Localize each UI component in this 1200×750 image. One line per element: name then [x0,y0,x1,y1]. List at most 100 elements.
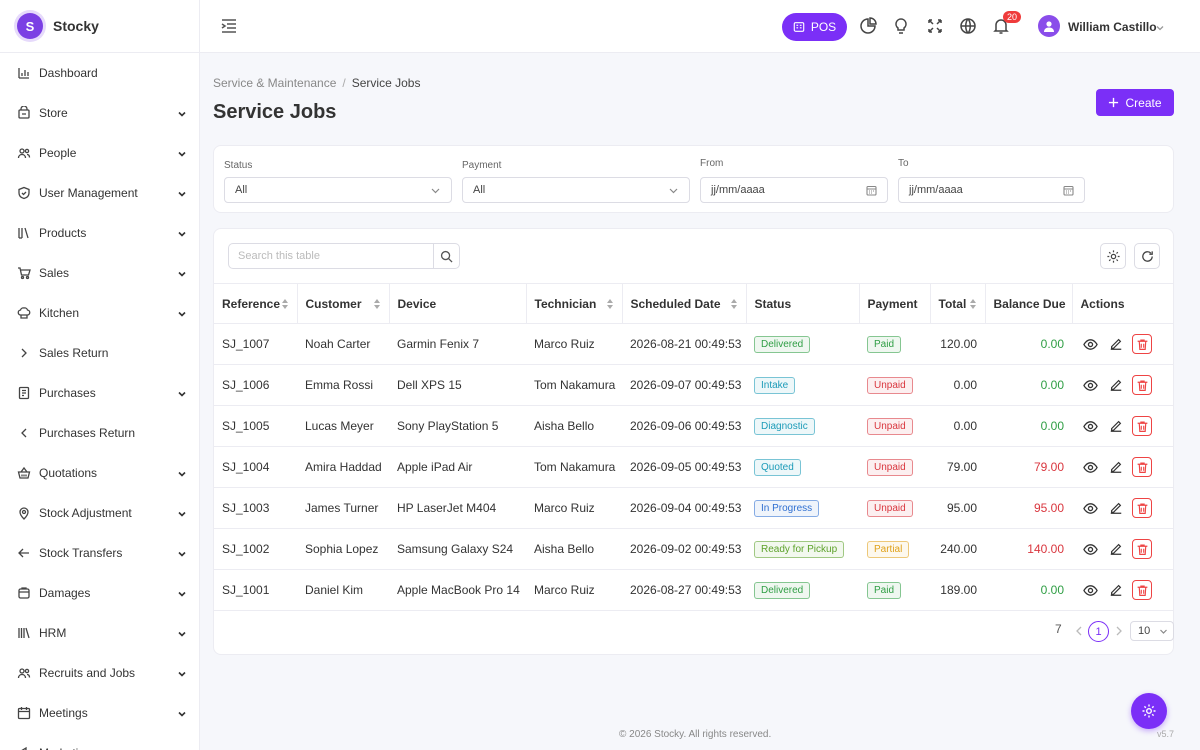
search-input[interactable] [229,244,429,268]
sidebar-item-kitchen[interactable]: Kitchen [0,293,199,333]
sidebar-item-stock-adjustment[interactable]: Stock Adjustment [0,493,199,533]
to-date-input[interactable]: jj/mm/aaaa [898,177,1085,203]
brand[interactable]: S Stocky [0,0,199,53]
cell-balance-due: 0.00 [1040,419,1064,433]
sidebar-item-purchases[interactable]: Purchases [0,373,199,413]
payment-badge: Partial [867,540,910,558]
delete-trash-icon[interactable] [1132,375,1152,395]
chevron-down-icon [177,228,187,238]
sidebar-item-sales-return[interactable]: Sales Return [0,333,199,373]
view-eye-icon[interactable] [1080,539,1100,559]
cell-total: 0.00 [953,378,977,392]
delete-trash-icon[interactable] [1132,457,1152,477]
customizer-button[interactable] [1131,693,1167,729]
status-filter-select[interactable]: All [224,177,452,203]
sidebar-item-user-management[interactable]: User Management [0,173,199,213]
pie-chart-icon[interactable] [859,17,877,35]
sidebar-item-store[interactable]: Store [0,93,199,133]
service-jobs-table-card: Reference Customer Device Technician Sch… [213,228,1174,655]
delete-trash-icon[interactable] [1132,580,1152,600]
column-header-scheduled-date[interactable]: Scheduled Date [622,283,747,324]
column-header-total[interactable]: Total [930,283,986,324]
column-header-reference[interactable]: Reference [214,283,298,324]
calendar-icon[interactable] [866,185,877,196]
globe-icon[interactable] [959,17,977,35]
edit-pencil-icon[interactable] [1106,539,1126,559]
sidebar-item-recruits-and-jobs[interactable]: Recruits and Jobs [0,653,199,693]
sidebar-item-label: Dashboard [39,66,98,80]
payment-filter-select[interactable]: All [462,177,690,203]
create-button[interactable]: Create [1096,89,1174,116]
cell-status: Diagnostic [746,406,859,447]
payment-badge: Unpaid [867,499,913,517]
sidebar-item-hrm[interactable]: HRM [0,613,199,653]
sidebar-item-stock-transfers[interactable]: Stock Transfers [0,533,199,573]
edit-pencil-icon[interactable] [1106,498,1126,518]
chevron-left-icon[interactable] [1074,625,1084,637]
page-button-current[interactable]: 1 [1088,621,1109,642]
search-icon[interactable] [433,244,459,268]
chevron-down-icon [177,588,187,598]
table-row[interactable]: SJ_1002 Sophia Lopez Samsung Galaxy S24 Ais… [214,529,1173,570]
row-actions [1080,539,1173,559]
view-eye-icon[interactable] [1080,580,1100,600]
cell-total: 0.00 [953,419,977,433]
refresh-button[interactable] [1134,243,1160,269]
column-header-customer[interactable]: Customer [297,283,390,324]
view-eye-icon[interactable] [1080,375,1100,395]
user-name[interactable]: William Castillo [1068,20,1157,34]
sidebar-item-products[interactable]: Products [0,213,199,253]
edit-pencil-icon[interactable] [1106,457,1126,477]
sidebar-item-people[interactable]: People [0,133,199,173]
chevron-down-icon[interactable] [1155,22,1165,32]
sidebar-item-dashboard[interactable]: Dashboard [0,53,199,93]
fullscreen-icon[interactable] [926,17,944,35]
cell-scheduled-date: 2026-08-27 00:49:53 [630,583,742,597]
view-eye-icon[interactable] [1080,334,1100,354]
view-eye-icon[interactable] [1080,457,1100,477]
chevron-down-icon [177,708,187,718]
table-row[interactable]: SJ_1003 James Turner HP LaserJet M404 Marco… [214,488,1173,529]
column-settings-button[interactable] [1100,243,1126,269]
edit-pencil-icon[interactable] [1106,334,1126,354]
delete-trash-icon[interactable] [1132,416,1152,436]
table-row[interactable]: SJ_1001 Daniel Kim Apple MacBook Pro 14 Mar… [214,570,1173,611]
cell-actions [1072,447,1173,488]
row-actions [1080,498,1173,518]
view-eye-icon[interactable] [1080,498,1100,518]
delete-trash-icon[interactable] [1132,539,1152,559]
sidebar-item-quotations[interactable]: Quotations [0,453,199,493]
sidebar-item-sales[interactable]: Sales [0,253,199,293]
menu-toggle-icon[interactable] [220,17,238,35]
chevron-down-icon [177,668,187,678]
table-row[interactable]: SJ_1007 Noah Carter Garmin Fenix 7 Marco Ru… [214,324,1173,365]
chevron-right-icon[interactable] [1114,625,1124,637]
delete-trash-icon[interactable] [1132,498,1152,518]
edit-pencil-icon[interactable] [1106,375,1126,395]
table-row[interactable]: SJ_1004 Amira Haddad Apple iPad Air Tom Nak… [214,447,1173,488]
from-date-input[interactable]: jj/mm/aaaa [700,177,888,203]
sidebar-item-meetings[interactable]: Meetings [0,693,199,733]
sidebar-item-purchases-return[interactable]: Purchases Return [0,413,199,453]
pos-button[interactable]: POS [782,13,847,41]
chart-bar-icon [17,66,31,80]
sidebar-item-marketing[interactable]: Marketing [0,733,199,750]
lightbulb-icon[interactable] [892,17,910,35]
edit-pencil-icon[interactable] [1106,580,1126,600]
payment-badge: Unpaid [867,376,913,394]
breadcrumb-parent[interactable]: Service & Maintenance [213,76,336,90]
view-eye-icon[interactable] [1080,416,1100,436]
edit-pencil-icon[interactable] [1106,416,1126,436]
table-row[interactable]: SJ_1005 Lucas Meyer Sony PlayStation 5 Aish… [214,406,1173,447]
cell-customer: Lucas Meyer [305,419,374,433]
cell-device: Apple iPad Air [397,460,473,474]
payment-filter-value: All [473,184,486,196]
column-header-technician[interactable]: Technician [526,283,623,324]
delete-trash-icon[interactable] [1132,334,1152,354]
calendar-icon[interactable] [1063,185,1074,196]
avatar[interactable] [1038,15,1060,37]
sidebar-item-damages[interactable]: Damages [0,573,199,613]
page-size-select[interactable]: 10 [1130,621,1174,641]
column-header-device[interactable]: Device [389,283,527,324]
table-row[interactable]: SJ_1006 Emma Rossi Dell XPS 15 Tom Nakamura… [214,365,1173,406]
